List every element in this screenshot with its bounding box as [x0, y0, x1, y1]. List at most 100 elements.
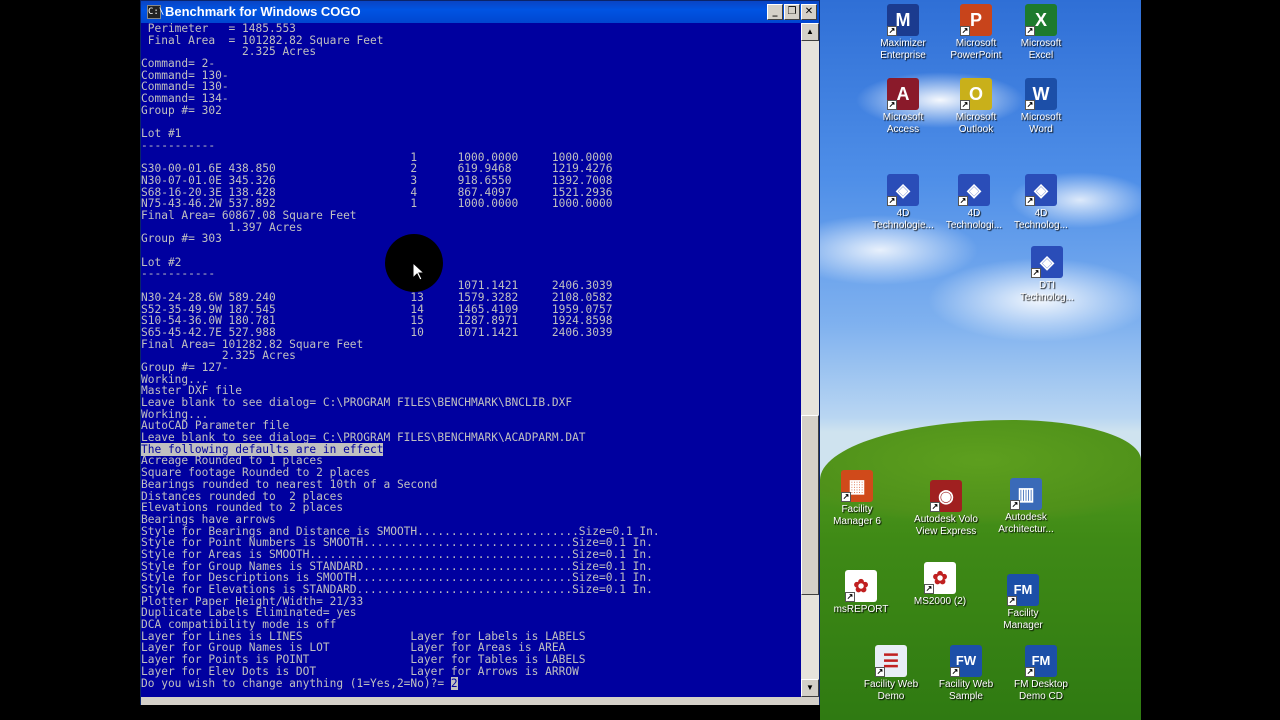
- facility-manager-6-icon: ▦ ↗: [841, 470, 873, 502]
- desktop-icon-facility-web-demo[interactable]: ☰ ↗ Facility Web Demo: [851, 645, 931, 703]
- shortcut-arrow-icon: ↗: [924, 584, 934, 594]
- desktop-icon-label: Word: [1029, 124, 1053, 135]
- facility-web-demo-icon: ☰ ↗: [875, 645, 907, 677]
- console-line-text: Group #= 303: [141, 232, 222, 246]
- shortcut-arrow-icon: ↗: [845, 592, 855, 602]
- desktop-icon-facility-manager[interactable]: FM ↗ Facility Manager: [983, 574, 1063, 632]
- scroll-down-button[interactable]: ▼: [801, 679, 819, 697]
- excel-icon: X ↗: [1025, 4, 1057, 36]
- powerpoint-icon: P ↗: [960, 4, 992, 36]
- desktop-icon-volo-view[interactable]: ◉ ↗ Autodesk Volo View Express: [906, 480, 986, 538]
- console-app-icon[interactable]: C:\: [147, 5, 164, 19]
- desktop-icon-label: Microsoft: [1020, 38, 1062, 49]
- desktop-icon-label: Facility: [841, 504, 873, 515]
- facility-manager-icon: FM ↗: [1007, 574, 1039, 606]
- desktop[interactable]: M ↗ Maximizer Enterprise P ↗ Microsoft PowerPoi…: [820, 0, 1141, 720]
- console-line: Group #= 303: [141, 233, 801, 245]
- shortcut-arrow-icon: ↗: [1010, 500, 1020, 510]
- console-line: Group #= 127-: [141, 362, 801, 374]
- desktop-icon-label: DTI: [1038, 280, 1056, 291]
- shortcut-arrow-icon: ↗: [958, 196, 968, 206]
- desktop-icon-label: Architectur...: [998, 524, 1054, 535]
- console-line: Group #= 302: [141, 103, 801, 117]
- close-button[interactable]: ✕: [801, 4, 817, 20]
- desktop-icon-label: Facility: [1007, 608, 1039, 619]
- desktop-icon-label: Manager 6: [833, 516, 881, 527]
- window-bottom-border: [141, 697, 819, 705]
- desktop-icon-access[interactable]: A ↗ Microsoft Access: [863, 78, 943, 136]
- 4d-3-icon: ◈ ↗: [1025, 174, 1057, 206]
- desktop-icon-label: Facility Web: [938, 679, 994, 690]
- desktop-icon-architectural[interactable]: ▥ ↗ Autodesk Architectur...: [986, 478, 1066, 536]
- outlook-icon: O ↗: [960, 78, 992, 110]
- shortcut-arrow-icon: ↗: [960, 26, 970, 36]
- word-icon: W ↗: [1025, 78, 1057, 110]
- desktop-icon-label: FM Desktop: [1014, 679, 1068, 690]
- console-line: 2.325 Acres: [141, 46, 801, 58]
- shortcut-arrow-icon: ↗: [887, 196, 897, 206]
- desktop-icon-facility-manager-6[interactable]: ▦ ↗ Facility Manager 6: [817, 470, 897, 528]
- shortcut-arrow-icon: ↗: [1007, 596, 1017, 606]
- desktop-icon-label: Autodesk Volo: [914, 514, 978, 525]
- console-window[interactable]: C:\ Benchmark for Windows COGO _ ❐ ✕ Per…: [140, 0, 820, 705]
- desktop-icon-label: Microsoft: [882, 112, 924, 123]
- desktop-icon-label: MS2000 (2): [913, 596, 967, 607]
- console-line: Lot #2: [141, 256, 801, 269]
- volo-view-icon: ◉ ↗: [930, 480, 962, 512]
- desktop-icon-maximizer[interactable]: M ↗ Maximizer Enterprise: [863, 4, 943, 62]
- desktop-icon-word[interactable]: W ↗ Microsoft Word: [1001, 78, 1081, 136]
- desktop-icon-fm-desktop-demo[interactable]: FM ↗ FM Desktop Demo CD: [1001, 645, 1081, 703]
- shortcut-arrow-icon: ↗: [875, 667, 885, 677]
- vertical-scrollbar[interactable]: ▲ ▼: [801, 23, 819, 697]
- desktop-icon-msreport[interactable]: ✿ ↗ msREPORT: [821, 570, 901, 616]
- console-input-value[interactable]: 2: [450, 676, 458, 690]
- console-line: Command= 130-: [141, 81, 801, 93]
- desktop-icon-label: Sample: [949, 691, 983, 702]
- desktop-icon-label: Excel: [1028, 50, 1054, 61]
- desktop-icon-4d-1[interactable]: ◈ ↗ 4D Technologie...: [863, 174, 943, 232]
- 4d-1-icon: ◈ ↗: [887, 174, 919, 206]
- desktop-icon-label: Technolog...: [1014, 220, 1068, 231]
- console-line-text: Group #= 302: [141, 103, 222, 117]
- shortcut-arrow-icon: ↗: [1025, 196, 1035, 206]
- desktop-icon-label: View Express: [915, 526, 977, 537]
- console-line-text: Do you wish to change anything (1=Yes,2=…: [141, 676, 451, 690]
- console-line: Leave blank to see dialog= C:\PROGRAM FI…: [141, 397, 801, 409]
- shortcut-arrow-icon: ↗: [1025, 667, 1035, 677]
- console-line: Command= 2-: [141, 58, 801, 70]
- desktop-icon-4d-3[interactable]: ◈ ↗ 4D Technolog...: [1001, 174, 1081, 232]
- shortcut-arrow-icon: ↗: [930, 502, 940, 512]
- dti-icon: ◈ ↗: [1031, 246, 1063, 278]
- title-bar[interactable]: C:\ Benchmark for Windows COGO _ ❐ ✕: [141, 1, 819, 23]
- desktop-icon-facility-web-sample[interactable]: FW ↗ Facility Web Sample: [926, 645, 1006, 703]
- fm-desktop-demo-icon: FM ↗: [1025, 645, 1057, 677]
- scroll-up-button[interactable]: ▲: [801, 23, 819, 41]
- console-output[interactable]: Perimeter = 1485.553 Final Area = 101282…: [141, 23, 801, 697]
- console-line: Do you wish to change anything (1=Yes,2=…: [141, 676, 801, 690]
- desktop-icon-dti[interactable]: ◈ ↗ DTI Technolog...: [1007, 246, 1087, 304]
- desktop-icon-label: Technologie...: [872, 220, 934, 231]
- console-line: Command= 130-: [141, 69, 801, 82]
- desktop-icon-excel[interactable]: X ↗ Microsoft Excel: [1001, 4, 1081, 62]
- ms2000-icon: ✿ ↗: [924, 562, 956, 594]
- shortcut-arrow-icon: ↗: [950, 667, 960, 677]
- access-icon: A ↗: [887, 78, 919, 110]
- console-line: 2.325 Acres: [141, 350, 801, 362]
- shortcut-arrow-icon: ↗: [1025, 26, 1035, 36]
- desktop-icon-label: Demo CD: [1019, 691, 1063, 702]
- shortcut-arrow-icon: ↗: [1025, 100, 1035, 110]
- shortcut-arrow-icon: ↗: [960, 100, 970, 110]
- mouse-pointer-icon: [412, 261, 426, 286]
- window-title: Benchmark for Windows COGO: [165, 4, 361, 19]
- console-line: Leave blank to see dialog= C:\PROGRAM FI…: [141, 432, 801, 444]
- maximize-button[interactable]: ❐: [784, 4, 800, 20]
- desktop-icon-label: Manager: [1003, 620, 1043, 631]
- desktop-icon-ms2000[interactable]: ✿ ↗ MS2000 (2): [900, 562, 980, 608]
- architectural-icon: ▥ ↗: [1010, 478, 1042, 510]
- desktop-icon-label: msREPORT: [833, 604, 889, 615]
- console-line: 1.397 Acres: [141, 221, 801, 234]
- shortcut-arrow-icon: ↗: [841, 492, 851, 502]
- shortcut-arrow-icon: ↗: [887, 100, 897, 110]
- minimize-button[interactable]: _: [767, 4, 783, 20]
